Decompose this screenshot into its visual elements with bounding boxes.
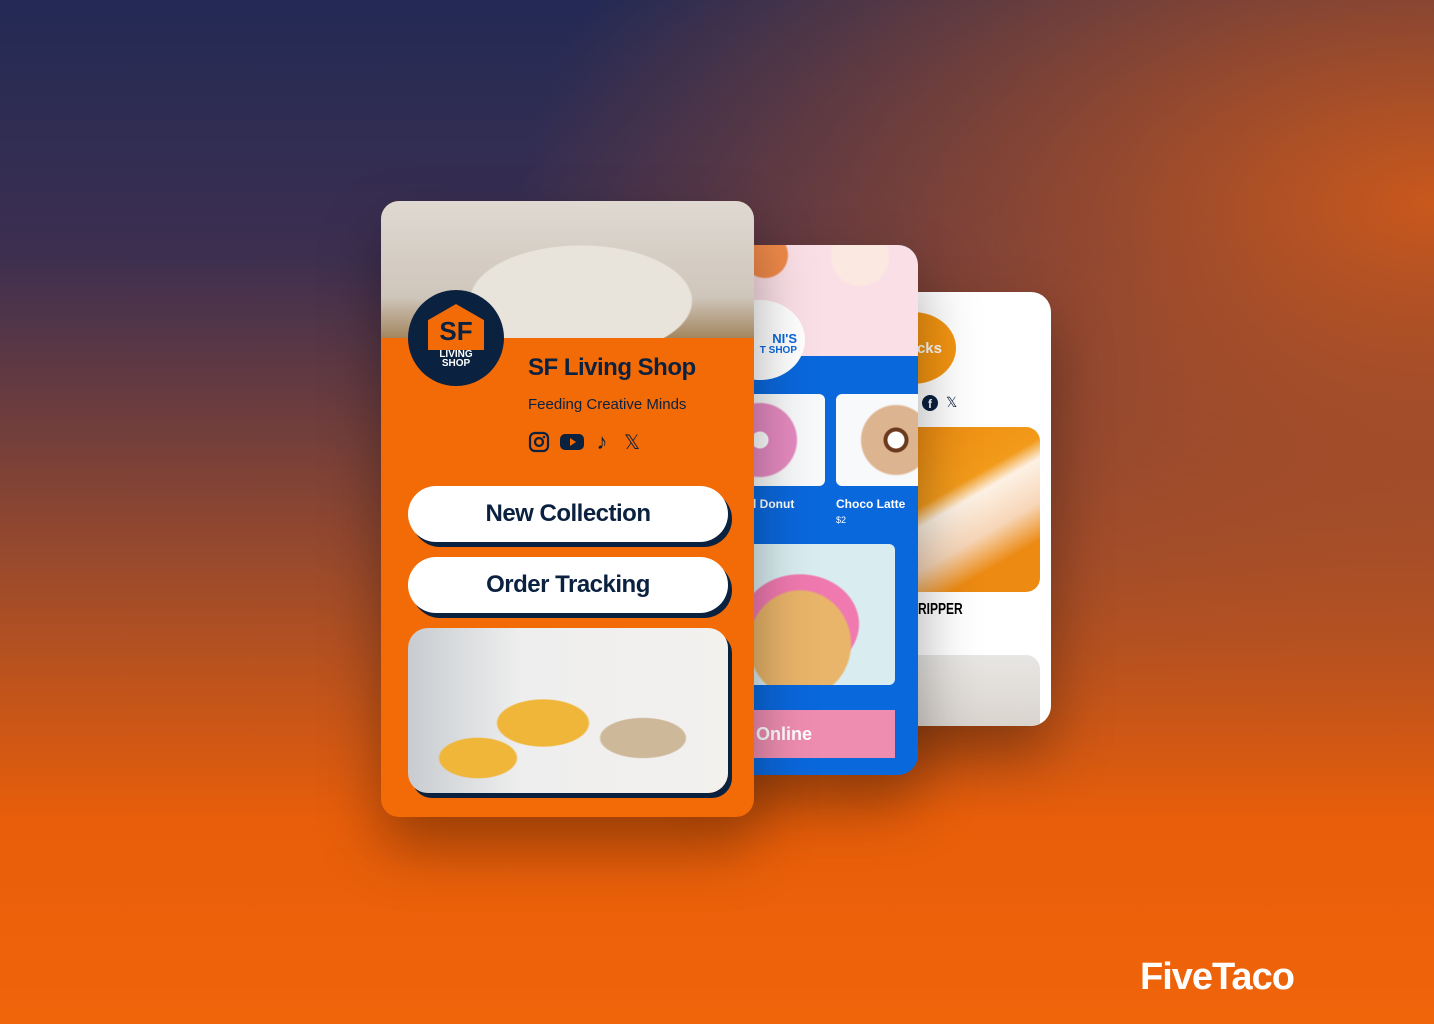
shop-title: SF Living Shop [528, 354, 696, 381]
item-name: l Donut [753, 497, 795, 511]
facebook-icon[interactable]: f [922, 394, 938, 411]
instagram-icon[interactable] [527, 430, 551, 454]
armchair-photo[interactable] [408, 628, 728, 793]
order-online-label: Online [756, 723, 813, 744]
logo-line2: SHOP [441, 358, 471, 369]
sf-living-logo: SF LIVING SHOP [408, 290, 504, 386]
button-label: New Collection [485, 500, 651, 527]
item-price: $2 [836, 515, 847, 525]
item-name: Choco Latte [836, 497, 906, 511]
order-tracking-button[interactable]: Order Tracking [408, 557, 728, 613]
x-icon[interactable]: 𝕏 [946, 394, 957, 411]
tiktok-icon[interactable]: ♪ [590, 429, 614, 454]
x-icon[interactable]: 𝕏 [620, 430, 644, 454]
product-name: RIPPER [918, 601, 963, 618]
donut-item-photo[interactable] [836, 394, 918, 486]
new-collection-button[interactable]: New Collection [408, 486, 728, 542]
button-label: Order Tracking [486, 571, 650, 598]
shop-tagline: Feeding Creative Minds [528, 396, 687, 413]
fivetaco-logo: FiveTaco [1140, 956, 1295, 998]
youtube-icon[interactable] [560, 430, 584, 454]
logo-sf: SF [439, 316, 473, 346]
sf-living-shop-card: SF LIVING SHOP SF Living Shop Feeding Cr… [381, 201, 754, 817]
